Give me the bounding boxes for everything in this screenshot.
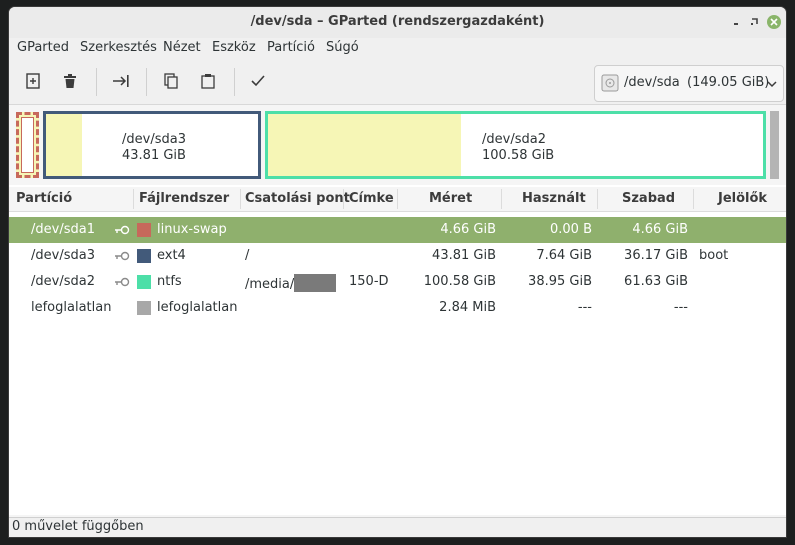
col-free[interactable]: Szabad: [622, 191, 675, 206]
menu-view[interactable]: Nézet: [163, 40, 201, 55]
cell-partition: lefoglalatlan: [31, 300, 112, 315]
toolbar-separator: [146, 68, 147, 96]
resize-icon: [113, 75, 129, 87]
disk-map: /dev/sda3 43.81 GiB /dev/sda2 100.58 GiB: [9, 105, 786, 185]
cell-size: 43.81 GiB: [432, 248, 496, 263]
device-size: (149.05 GiB): [687, 75, 770, 90]
copy-button[interactable]: [160, 70, 182, 92]
col-partition[interactable]: Partíció: [16, 191, 72, 206]
redacted-block: [294, 274, 337, 292]
harddisk-icon: [601, 74, 619, 92]
cell-partition: /dev/sda3: [31, 248, 95, 263]
diskmap-sda3-partition[interactable]: /dev/sda3 43.81 GiB: [43, 111, 261, 179]
device-selector[interactable]: /dev/sda (149.05 GiB): [594, 65, 784, 102]
chevron-down-icon: [767, 81, 777, 88]
sda3-used-bar: [46, 114, 83, 176]
device-name: /dev/sda: [624, 75, 680, 90]
cell-filesystem: ext4: [157, 248, 186, 263]
status-bar: 0 művelet függőben: [9, 517, 786, 537]
paste-button[interactable]: [197, 70, 219, 92]
sda2-map-size: 100.58 GiB: [482, 148, 555, 163]
fs-color-swatch: [137, 249, 151, 263]
cell-free: 36.17 GiB: [624, 248, 688, 263]
sda2-used-bar: [268, 114, 462, 176]
paste-icon: [201, 74, 215, 89]
cell-size: 4.66 GiB: [440, 222, 496, 237]
cell-partition: /dev/sda1: [31, 222, 95, 237]
col-size[interactable]: Méret: [429, 191, 472, 206]
minimize-icon[interactable]: [729, 15, 743, 29]
key-icon: [115, 277, 130, 287]
cell-used: 7.64 GiB: [536, 248, 592, 263]
table-row[interactable]: /dev/sda1 linux-swap 4.66 GiB 0.00 B 4.6…: [9, 217, 786, 243]
cell-free: 4.66 GiB: [632, 222, 688, 237]
apply-button[interactable]: [247, 70, 269, 92]
resize-move-button[interactable]: [110, 70, 132, 92]
col-mountpoint[interactable]: Csatolási pont: [245, 191, 350, 206]
cell-mountpoint-wrap: /media/: [245, 274, 337, 292]
cell-flags: boot: [699, 248, 729, 263]
cell-used: 0.00 B: [550, 222, 592, 237]
key-icon: [115, 251, 130, 261]
sda3-map-name: /dev/sda3: [122, 132, 186, 147]
cell-used: ---: [577, 300, 592, 315]
fs-color-swatch: [137, 301, 151, 315]
menu-help[interactable]: Súgó: [326, 40, 359, 55]
table-row[interactable]: lefoglalatlan lefoglalatlan 2.84 MiB ---…: [9, 295, 786, 321]
cell-label: 150-D: [349, 274, 389, 289]
col-used[interactable]: Használt: [522, 191, 586, 206]
menu-edit[interactable]: Szerkesztés: [80, 40, 157, 55]
cell-partition: /dev/sda2: [31, 274, 95, 289]
delete-button[interactable]: [59, 70, 81, 92]
cell-filesystem: ntfs: [157, 274, 182, 289]
checkmark-icon: [251, 75, 265, 87]
diskmap-sda2-partition[interactable]: /dev/sda2 100.58 GiB: [265, 111, 766, 179]
toolbar: /dev/sda (149.05 GiB): [9, 60, 786, 105]
table-row[interactable]: /dev/sda2 ntfs /media/ 150-D 100.58 GiB …: [9, 269, 786, 295]
cell-size: 2.84 MiB: [439, 300, 496, 315]
diskmap-unallocated[interactable]: [770, 111, 779, 179]
cell-size: 100.58 GiB: [423, 274, 496, 289]
maximize-icon[interactable]: [747, 15, 761, 29]
copy-icon: [164, 73, 178, 89]
menu-partition[interactable]: Partíció: [267, 40, 315, 55]
sda3-map-size: 43.81 GiB: [122, 148, 186, 163]
key-icon: [115, 225, 130, 235]
col-filesystem[interactable]: Fájlrendszer: [139, 191, 229, 206]
menu-bar: GParted Szerkesztés Nézet Eszköz Partíci…: [9, 38, 786, 60]
trash-icon: [64, 74, 76, 88]
title-bar: /dev/sda – GParted (rendszergazdaként): [9, 7, 786, 39]
col-flags[interactable]: Jelölők: [718, 191, 767, 206]
close-icon[interactable]: [767, 15, 781, 29]
cell-mountpoint: /: [245, 248, 250, 263]
cell-free: ---: [673, 300, 688, 315]
table-header: Partíció Fájlrendszer Csatolási pont Cím…: [9, 187, 786, 212]
cell-filesystem: linux-swap: [157, 222, 227, 237]
table-row[interactable]: /dev/sda3 ext4 / 43.81 GiB 7.64 GiB 36.1…: [9, 243, 786, 269]
gparted-window: /dev/sda – GParted (rendszergazdaként) G…: [9, 7, 786, 537]
toolbar-separator: [96, 68, 97, 96]
cell-free: 61.63 GiB: [624, 274, 688, 289]
toolbar-separator: [234, 68, 235, 96]
fs-color-swatch: [137, 223, 151, 237]
new-partition-button[interactable]: [22, 70, 44, 92]
sda2-map-name: /dev/sda2: [482, 132, 546, 147]
diskmap-swap-partition[interactable]: [16, 112, 39, 178]
partition-table: Partíció Fájlrendszer Csatolási pont Cím…: [9, 185, 786, 515]
cell-used: 38.95 GiB: [528, 274, 592, 289]
menu-device[interactable]: Eszköz: [212, 40, 256, 55]
pending-operations-status: 0 művelet függőben: [12, 519, 144, 534]
fs-color-swatch: [137, 275, 151, 289]
cell-filesystem: lefoglalatlan: [157, 300, 238, 315]
menu-gparted[interactable]: GParted: [17, 40, 69, 55]
col-label[interactable]: Címke: [349, 191, 394, 206]
window-title: /dev/sda – GParted (rendszergazdaként): [250, 14, 545, 29]
cell-mountpoint: /media/: [245, 277, 295, 292]
new-icon: [26, 73, 40, 89]
